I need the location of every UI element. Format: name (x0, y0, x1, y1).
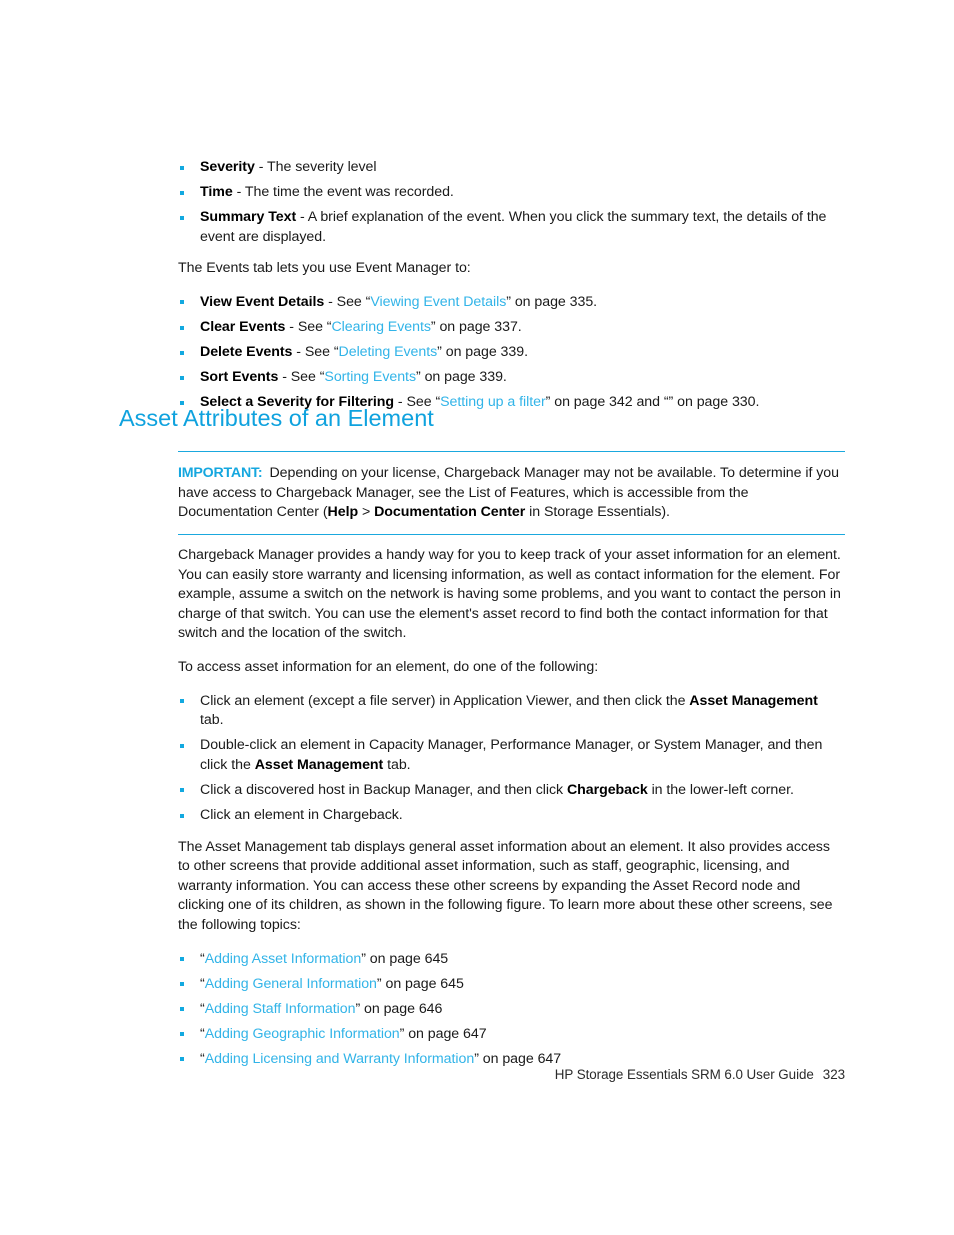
bullet-icon (180, 190, 184, 195)
bullet-icon (180, 788, 184, 793)
list-item: Delete Events - See “Deleting Events” on… (178, 343, 845, 363)
bullet-icon (180, 1057, 184, 1062)
list-item: Time - The time the event was recorded. (178, 183, 845, 203)
cross-reference-link[interactable]: Sorting Events (324, 369, 416, 385)
bullet-icon (180, 957, 184, 962)
bullet-icon (180, 743, 184, 748)
list-item: View Event Details - See “Viewing Event … (178, 293, 845, 313)
cross-reference-link[interactable]: Adding General Information (205, 976, 377, 992)
list-item-text: - See “ (285, 319, 332, 336)
list-item: Click a discovered host in Backup Manage… (178, 781, 845, 801)
asset-management-tab-paragraph: The Asset Management tab displays genera… (178, 838, 833, 933)
list-item: Double-click an element in Capacity Mana… (178, 736, 845, 775)
list-item-text: tab. (383, 756, 411, 773)
page-footer: HP Storage Essentials SRM 6.0 User Guide… (178, 1066, 845, 1084)
list-item-term: Severity (200, 159, 255, 175)
chargeback-overview-paragraph: Chargeback Manager provides a handy way … (178, 547, 841, 642)
note-bold-help: Help (327, 504, 359, 521)
access-methods-list: Click an element (except a file server) … (178, 692, 845, 826)
list-item-term: Clear Events (200, 319, 286, 336)
list-item-text: ” on page 335. (506, 293, 598, 310)
list-item-text: ” on page 342 and “” on page 330. (545, 394, 760, 411)
page-number: 323 (822, 1067, 845, 1082)
cross-reference-link[interactable]: Adding Staff Information (205, 1001, 356, 1017)
lower-section: Chargeback Manager provides a handy way … (178, 546, 845, 1082)
list-item: “Adding Asset Information” on page 645 (178, 950, 845, 970)
cross-reference-link[interactable]: Adding Geographic Information (205, 1026, 400, 1042)
footer-title: HP Storage Essentials SRM 6.0 User Guide (554, 1067, 814, 1082)
list-item-text: ” on page 337. (430, 319, 522, 336)
list-item-text: Click an element in Chargeback. (200, 807, 403, 824)
list-item-text: - See “ (324, 293, 371, 310)
event-field-list: Severity - The severity level Time - The… (178, 158, 845, 247)
list-item: “Adding General Information” on page 645 (178, 975, 845, 995)
list-item-text: ” on page 647 (399, 1025, 487, 1042)
list-item-text: ” on page 339. (437, 344, 528, 361)
bullet-icon (180, 350, 184, 355)
list-item-text: ” on page 339. (416, 369, 507, 386)
bullet-icon (180, 1007, 184, 1012)
important-note: IMPORTANT: Depending on your license, Cha… (178, 451, 845, 535)
list-item-term: Delete Events (200, 344, 293, 361)
list-item-term: Time (200, 184, 233, 201)
access-intro-paragraph: To access asset information for an eleme… (178, 658, 599, 675)
list-item: Click an element in Chargeback. (178, 806, 845, 826)
cross-reference-link[interactable]: Setting up a filter (440, 394, 546, 410)
list-item-text: - The severity level (254, 159, 377, 175)
note-bold-documentation-center: Documentation Center (374, 504, 526, 521)
list-item-text: - See “ (278, 369, 325, 386)
important-label: IMPORTANT: (178, 465, 263, 481)
list-item: Sort Events - See “Sorting Events” on pa… (178, 368, 845, 388)
note-text-3: in Storage Essentials). (525, 504, 670, 521)
page-title: Asset Attributes of an Element (119, 405, 434, 431)
bullet-icon (180, 375, 184, 380)
list-item-text: ” on page 645 (361, 950, 449, 967)
events-tab-intro: The Events tab lets you use Event Manage… (178, 260, 471, 277)
list-item: “Adding Geographic Information” on page … (178, 1025, 845, 1045)
bullet-icon (180, 699, 184, 704)
list-item-term: Sort Events (200, 369, 279, 386)
list-item-bold: Asset Management (689, 692, 818, 709)
list-item-bold: Chargeback (566, 781, 648, 798)
important-note-text: IMPORTANT: Depending on your license, Cha… (178, 464, 845, 523)
cross-reference-link[interactable]: Deleting Events (339, 344, 438, 360)
cross-reference-link[interactable]: Viewing Event Details (370, 294, 506, 310)
list-item: Severity - The severity level (178, 158, 845, 178)
list-item: Clear Events - See “Clearing Events” on … (178, 318, 845, 338)
list-item-text: ” on page 646 (355, 1000, 443, 1017)
list-item-bold: Asset Management (254, 756, 384, 773)
bullet-icon (180, 165, 184, 170)
list-item-text: in the lower-left corner. (647, 781, 794, 798)
cross-reference-link[interactable]: Adding Licensing and Warranty Informatio… (205, 1051, 475, 1067)
bullet-icon (180, 215, 184, 220)
bullet-icon (180, 982, 184, 987)
event-task-list: View Event Details - See “Viewing Event … (178, 293, 845, 413)
list-item-term: View Event Details (200, 293, 325, 310)
bullet-icon (180, 1032, 184, 1037)
bullet-icon (180, 813, 184, 818)
list-item-term: Summary Text (200, 209, 297, 226)
note-text-2: > (358, 504, 375, 521)
document-page: Severity - The severity level Time - The… (0, 0, 954, 1235)
cross-reference-link[interactable]: Clearing Events (331, 319, 430, 335)
bullet-icon (180, 325, 184, 330)
list-item: Click an element (except a file server) … (178, 692, 845, 731)
list-item-text: - The time the event was recorded. (232, 184, 454, 201)
list-item: Summary Text - A brief explanation of th… (178, 208, 845, 247)
list-item-text: Click a discovered host in Backup Manage… (200, 781, 567, 798)
list-item-text: tab. (200, 712, 224, 729)
top-section: Severity - The severity level Time - The… (178, 158, 845, 425)
list-item-text: ” on page 647 (474, 1050, 562, 1067)
list-item-text: ” on page 645 (376, 975, 464, 992)
list-item-text: Click an element (except a file server) … (200, 692, 690, 709)
list-item-text: - See “ (292, 344, 339, 361)
related-topics-list: “Adding Asset Information” on page 645 “… (178, 950, 845, 1070)
cross-reference-link[interactable]: Adding Asset Information (205, 951, 362, 967)
bullet-icon (180, 300, 184, 305)
list-item: “Adding Staff Information” on page 646 (178, 1000, 845, 1020)
